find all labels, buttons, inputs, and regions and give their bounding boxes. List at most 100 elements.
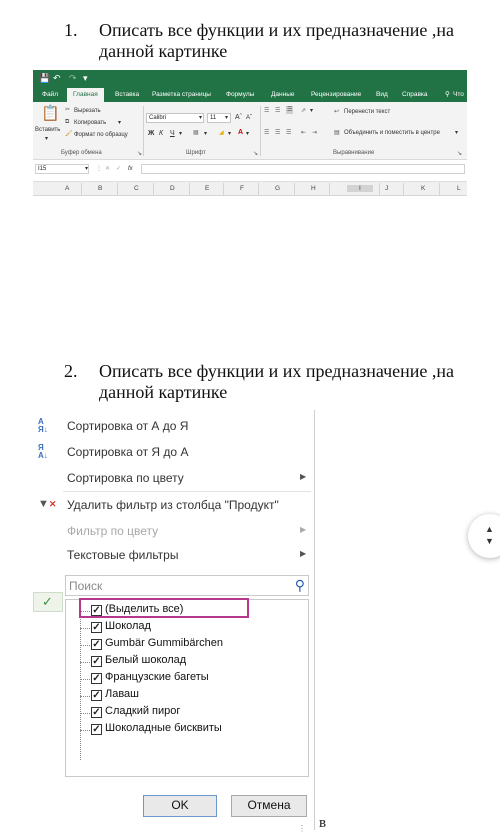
insert-function-button[interactable]: fx — [128, 165, 133, 173]
increase-font-icon[interactable]: Aˆ — [235, 114, 242, 122]
wrap-text-button[interactable]: Перенести текст — [344, 108, 390, 116]
column-header-selected[interactable]: I — [347, 185, 373, 192]
column-header[interactable]: E — [205, 185, 209, 192]
sort-za-icon: Я А↓ — [38, 443, 48, 460]
checkbox-checked[interactable]: ✓ — [91, 724, 102, 735]
orientation-icon[interactable]: ⇗ — [301, 107, 306, 115]
italic-button[interactable]: К — [159, 130, 163, 138]
underline-button[interactable]: Ч — [170, 130, 175, 138]
merge-center-button[interactable]: Объединить и поместить в центре — [344, 129, 440, 137]
list-item-label: Gumbär Gummibärchen — [105, 637, 223, 649]
wrap-text-icon: ↩ — [334, 109, 340, 115]
align-middle-icon[interactable]: ☰ — [275, 107, 280, 115]
ribbon-tabs: Файл Главная Вставка Разметка страницы Ф… — [33, 87, 467, 102]
increase-indent-icon[interactable]: ⇥ — [312, 129, 317, 137]
align-right-icon[interactable]: ☰ — [286, 129, 291, 137]
cancel-entry-icon[interactable]: ✕ — [105, 165, 110, 173]
resize-grip-icon[interactable]: ⋮ — [298, 824, 306, 832]
font-size-dropdown-icon[interactable]: ▾ — [225, 114, 228, 122]
borders-icon[interactable]: ▦ — [193, 129, 199, 137]
align-top-icon[interactable]: ☰ — [264, 107, 269, 115]
bold-button[interactable]: Ж — [148, 130, 154, 138]
tab-review[interactable]: Рецензирование — [311, 90, 361, 99]
copy-button[interactable]: Копировать — [74, 119, 106, 127]
tab-tell-me[interactable]: Что — [453, 90, 464, 99]
tab-formulas[interactable]: Формулы — [226, 90, 254, 99]
column-header[interactable]: D — [170, 185, 175, 192]
filter-search-box[interactable]: Поиск ⚲ — [65, 575, 309, 596]
merge-dropdown-icon[interactable]: ▾ — [455, 129, 458, 137]
fill-color-icon[interactable]: ◢ — [219, 129, 224, 137]
menu-sort-za[interactable]: Сортировка от Я до А — [67, 445, 188, 459]
group-separator — [260, 106, 261, 156]
menu-text-filters[interactable]: Текстовые фильтры — [67, 548, 178, 562]
menu-filter-by-color[interactable]: Фильтр по цвету — [67, 524, 158, 538]
tab-help[interactable]: Справка — [402, 90, 428, 99]
quick-access-toolbar: 💾 ↶ ↷ ▾ — [33, 70, 467, 87]
decrease-font-icon[interactable]: Aˇ — [246, 114, 252, 122]
scroll-up-icon[interactable]: ▲ — [485, 524, 494, 534]
name-box[interactable]: I15 — [35, 164, 89, 174]
column-header[interactable]: B — [98, 185, 102, 192]
font-color-icon[interactable]: A — [238, 129, 243, 137]
tab-home[interactable]: Главная — [67, 88, 104, 102]
alignment-launcher-icon[interactable]: ↘ — [457, 150, 462, 157]
task-1-number: 1. — [64, 20, 78, 40]
tell-me-icon[interactable]: ⚲ — [445, 90, 450, 99]
ok-button[interactable]: OK — [143, 795, 217, 817]
checkbox-checked[interactable]: ✓ — [91, 639, 102, 650]
search-icon[interactable]: ⚲ — [295, 577, 305, 594]
paste-icon[interactable]: 📋 — [41, 106, 60, 121]
underline-dropdown-icon[interactable]: ▾ — [179, 130, 182, 138]
align-center-icon[interactable]: ☰ — [275, 129, 280, 137]
format-painter-button[interactable]: Формат по образцу — [74, 131, 128, 139]
undo-icon[interactable]: ↶ — [53, 73, 61, 83]
menu-sort-by-color[interactable]: Сортировка по цвету — [67, 471, 184, 485]
checkbox-checked[interactable]: ✓ — [91, 707, 102, 718]
font-name-dropdown-icon[interactable]: ▾ — [199, 114, 202, 122]
column-header[interactable]: K — [421, 185, 425, 192]
cut-button[interactable]: Вырезать — [74, 107, 101, 115]
column-header[interactable]: L — [457, 185, 461, 192]
customize-qat-icon[interactable]: ▾ — [83, 73, 88, 83]
checkbox-checked[interactable]: ✓ — [91, 673, 102, 684]
tab-file[interactable]: Файл — [42, 90, 58, 99]
redo-icon[interactable]: ↷ — [69, 73, 77, 83]
confirm-entry-icon[interactable]: ✓ — [116, 165, 121, 173]
checkbox-checked[interactable]: ✓ — [91, 622, 102, 633]
scroll-control[interactable]: ▲ ▼ — [468, 514, 500, 558]
orientation-dropdown-icon[interactable]: ▾ — [310, 107, 313, 115]
column-header[interactable]: A — [65, 185, 69, 192]
font-name-box[interactable]: Calibri — [146, 113, 204, 123]
checkbox-checked[interactable]: ✓ — [91, 656, 102, 667]
menu-clear-filter[interactable]: Удалить фильтр из столбца "Продукт" — [67, 498, 279, 512]
align-bottom-icon[interactable]: ☰ — [286, 106, 294, 114]
borders-dropdown-icon[interactable]: ▾ — [204, 130, 207, 138]
font-launcher-icon[interactable]: ↘ — [253, 150, 258, 157]
clipboard-launcher-icon[interactable]: ↘ — [137, 150, 142, 157]
copy-dropdown-icon[interactable]: ▾ — [118, 119, 121, 127]
column-header[interactable]: G — [275, 185, 280, 192]
tab-data[interactable]: Данные — [271, 90, 294, 99]
tab-page-layout[interactable]: Разметка страницы — [152, 90, 211, 99]
column-header[interactable]: J — [385, 185, 388, 192]
font-color-dropdown-icon[interactable]: ▾ — [246, 130, 249, 138]
column-header[interactable]: H — [311, 185, 316, 192]
align-left-icon[interactable]: ☰ — [264, 129, 269, 137]
sort-az-icon: А Я↓ — [38, 417, 48, 434]
name-box-dropdown-icon[interactable]: ▾ — [85, 165, 88, 173]
save-icon[interactable]: 💾 — [39, 73, 50, 83]
decrease-indent-icon[interactable]: ⇤ — [301, 129, 306, 137]
column-header[interactable]: C — [134, 185, 139, 192]
cancel-button[interactable]: Отмена — [231, 795, 307, 817]
tab-insert[interactable]: Вставка — [115, 90, 139, 99]
paste-button[interactable]: Вставить — [35, 126, 60, 134]
paste-dropdown-icon[interactable]: ▾ — [45, 135, 48, 143]
checkbox-checked[interactable]: ✓ — [91, 690, 102, 701]
column-header[interactable]: F — [240, 185, 244, 192]
fill-color-dropdown-icon[interactable]: ▾ — [228, 130, 231, 138]
scroll-down-icon[interactable]: ▼ — [485, 536, 494, 546]
formula-input[interactable] — [141, 164, 465, 174]
tab-view[interactable]: Вид — [376, 90, 388, 99]
menu-sort-az[interactable]: Сортировка от А до Я — [67, 419, 188, 433]
